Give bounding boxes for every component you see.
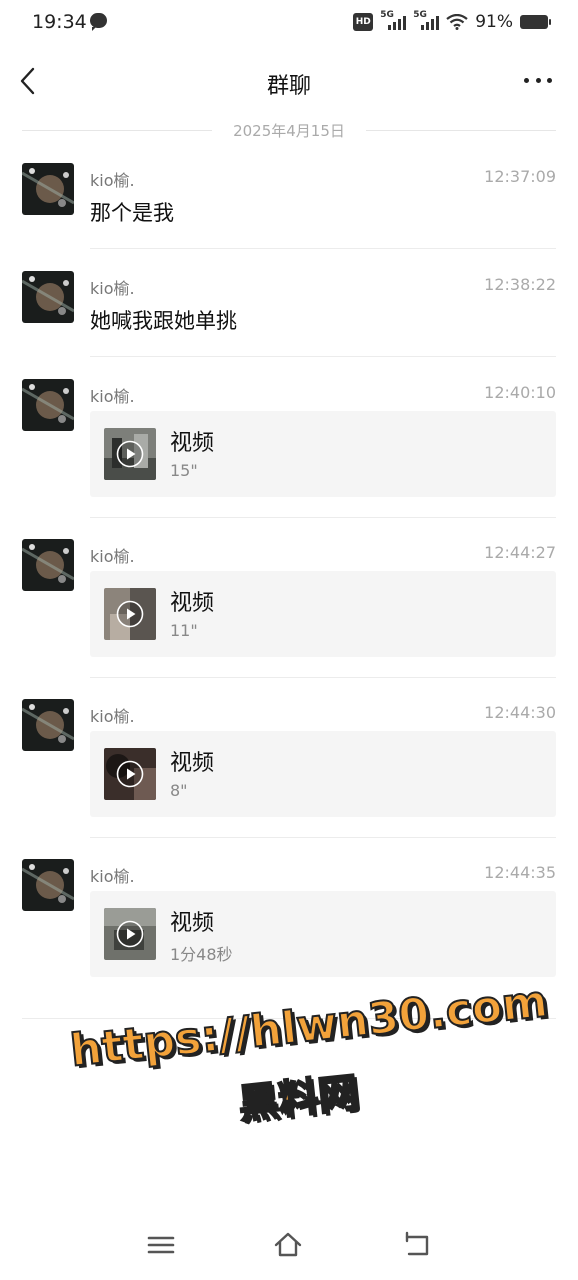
home-icon[interactable] (273, 1230, 303, 1260)
watermark-url: https://hlwn30.com (67, 975, 551, 1078)
battery-percent: 91% (475, 12, 513, 32)
video-label: 视频 (170, 591, 215, 616)
play-icon (116, 920, 144, 948)
sender-name: kio榆. (90, 171, 135, 190)
video-label: 视频 (170, 751, 215, 776)
avatar[interactable] (22, 699, 74, 751)
status-time: 19:34 (32, 11, 87, 33)
avatar[interactable] (22, 271, 74, 323)
wifi-icon (446, 14, 468, 30)
signal-icon-2: 5G (413, 10, 440, 30)
video-label: 视频 (170, 431, 215, 456)
avatar[interactable] (22, 379, 74, 431)
video-message-card[interactable]: 视频 11" (90, 571, 556, 657)
video-message-card[interactable]: 视频 1分48秒 (90, 891, 556, 977)
video-label: 视频 (170, 911, 215, 936)
battery-icon (520, 15, 551, 29)
message-time: 12:40:10 (484, 383, 556, 402)
video-duration: 11" (170, 621, 198, 640)
play-icon (116, 440, 144, 468)
watermark: https://hlwn30.com 黑料网 (67, 975, 551, 1129)
chat-title: 群聊 (266, 74, 311, 99)
message-item: kio榆. 12:40:10 视频 15" (22, 379, 556, 519)
video-message-card[interactable]: 视频 8" (90, 731, 556, 817)
message-separator (90, 677, 556, 678)
message-item: kio榆. 12:44:35 视频 1分48秒 (22, 859, 556, 999)
message-time: 12:44:30 (484, 703, 556, 722)
message-item: kio榆. 12:44:30 视频 8" (22, 699, 556, 839)
status-icons: HD 5G 5G 91% (353, 10, 551, 33)
message-separator (90, 517, 556, 518)
watermark-text: 黑料网 (235, 1069, 361, 1129)
message-item: kio榆. 12:37:09 那个是我 (22, 163, 556, 253)
video-thumbnail (104, 748, 156, 800)
message-time: 12:38:22 (484, 275, 556, 294)
video-thumbnail (104, 908, 156, 960)
status-bar: 19:34 HD 5G 5G 91% (0, 0, 578, 44)
chat-header: 群聊 (0, 52, 578, 110)
avatar[interactable] (22, 859, 74, 911)
sender-name: kio榆. (90, 867, 135, 886)
system-navigation-bar (0, 1220, 578, 1270)
message-notification-icon (90, 13, 107, 31)
message-item: kio榆. 12:38:22 她喊我跟她单挑 (22, 271, 556, 361)
play-icon (116, 600, 144, 628)
sender-name: kio榆. (90, 279, 135, 298)
date-divider: 2025年4月15日 (22, 120, 556, 140)
play-icon (116, 760, 144, 788)
message-text[interactable]: 她喊我跟她单挑 (90, 305, 237, 335)
sender-name: kio榆. (90, 707, 135, 726)
message-item: kio榆. 12:44:27 视频 11" (22, 539, 556, 679)
message-separator (90, 837, 556, 838)
video-duration: 15" (170, 461, 198, 480)
video-thumbnail (104, 428, 156, 480)
sender-name: kio榆. (90, 547, 135, 566)
message-text[interactable]: 那个是我 (90, 197, 174, 227)
message-separator (90, 248, 556, 249)
message-separator (90, 356, 556, 357)
sender-name: kio榆. (90, 387, 135, 406)
avatar[interactable] (22, 539, 74, 591)
hd-icon: HD (353, 13, 374, 31)
menu-icon[interactable] (146, 1230, 176, 1260)
video-duration: 8" (170, 781, 188, 800)
signal-icon-1: 5G (380, 10, 407, 30)
video-duration: 1分48秒 (170, 945, 233, 964)
avatar[interactable] (22, 163, 74, 215)
message-time: 12:37:09 (484, 167, 556, 186)
message-time: 12:44:27 (484, 543, 556, 562)
return-icon[interactable] (402, 1230, 432, 1260)
video-message-card[interactable]: 视频 15" (90, 411, 556, 497)
message-time: 12:44:35 (484, 863, 556, 882)
more-dots-icon[interactable] (524, 76, 552, 86)
video-thumbnail (104, 588, 156, 640)
